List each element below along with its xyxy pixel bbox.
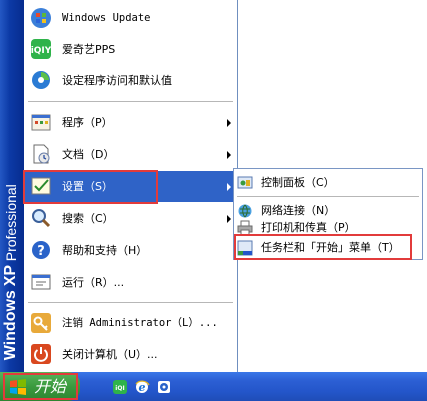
submenu-item-label: 打印机和传真（P） [261, 221, 356, 234]
start-button-label: 开始 [34, 377, 67, 396]
submenu-item-label: 任务栏和「开始」菜单（T） [261, 241, 400, 254]
brand-bar: Windows XP Professional [0, 0, 24, 372]
menu-item-logoff[interactable]: 注销 Administrator（L）... [24, 308, 237, 339]
menu-item-label: 爱奇艺PPS [62, 43, 116, 56]
brand-text: Windows XP Professional [2, 184, 20, 360]
programs-icon [31, 114, 51, 131]
run-icon [31, 274, 51, 290]
submenu-separator [237, 196, 419, 197]
submenu-arrow-icon [227, 151, 231, 159]
brand-xp: XP [2, 264, 19, 287]
printers-faxes-icon [237, 220, 253, 236]
menu-separator [28, 302, 233, 303]
submenu-item-printers[interactable]: 打印机和传真（P） [234, 217, 422, 239]
menu-item-help[interactable]: ? 帮助和支持（H） [24, 235, 237, 266]
iqiyi-icon[interactable]: iQI [112, 379, 128, 395]
menu-item-search[interactable]: 搜索（C） [24, 203, 237, 234]
menu-item-label: 设置（S） [62, 180, 113, 193]
taskbar: 开始 iQI e [0, 372, 427, 401]
menu-item-windows-update[interactable]: Windows Update [24, 3, 237, 34]
submenu-item-control-panel[interactable]: 控制面板（C） [234, 172, 422, 194]
windows-flag-icon [10, 379, 26, 395]
svg-text:iQIY: iQIY [31, 46, 52, 56]
menu-item-label: 注销 Administrator（L）... [62, 317, 218, 329]
menu-item-label: Windows Update [62, 12, 151, 24]
media-icon[interactable] [156, 379, 172, 395]
menu-item-run[interactable]: 运行（R）... [24, 267, 237, 298]
shutdown-icon [31, 344, 51, 364]
start-button[interactable]: 开始 [0, 372, 80, 401]
windows-update-icon [31, 8, 51, 28]
submenu-item-label: 控制面板（C） [261, 176, 335, 189]
svg-text:iQI: iQI [115, 385, 124, 392]
taskbar-start-menu-icon [237, 240, 253, 256]
submenu-arrow-icon [227, 183, 231, 191]
menu-item-label: 搜索（C） [62, 212, 114, 225]
brand-edition: Professional [3, 183, 19, 261]
search-icon [32, 209, 51, 228]
submenu-arrow-icon [227, 215, 231, 223]
menu-item-label: 设定程序访问和默认值 [62, 74, 172, 87]
submenu-arrow-icon [227, 119, 231, 127]
documents-icon [33, 144, 50, 164]
menu-item-shutdown[interactable]: 关闭计算机（U）... [24, 339, 237, 370]
menu-item-iqiyi[interactable]: iQIY 爱奇艺PPS [24, 34, 237, 65]
internet-explorer-icon[interactable]: e [134, 379, 150, 395]
control-panel-icon [237, 176, 253, 189]
svg-text:e: e [139, 381, 146, 394]
help-icon: ? [32, 241, 50, 259]
menu-item-programs[interactable]: 程序（P） [24, 107, 237, 138]
start-menu: Windows XP Professional Windows Update i… [0, 0, 238, 372]
menu-separator [28, 101, 233, 102]
menu-item-label: 运行（R）... [62, 276, 125, 289]
program-defaults-icon [32, 71, 50, 89]
menu-item-label: 关闭计算机（U）... [62, 348, 158, 361]
menu-item-label: 帮助和支持（H） [62, 244, 148, 257]
menu-item-program-defaults[interactable]: 设定程序访问和默认值 [24, 65, 237, 96]
settings-icon [31, 177, 51, 195]
svg-text:?: ? [37, 244, 45, 259]
brand-windows: Windows [2, 289, 19, 360]
menu-item-label: 程序（P） [62, 116, 113, 129]
menu-area: Windows Update iQIY 爱奇艺PPS 设定程序访问和默认值 程序… [24, 0, 237, 372]
iqiyi-icon: iQIY [31, 39, 52, 59]
menu-item-documents[interactable]: 文档（D） [24, 139, 237, 170]
submenu-item-taskbar-start-menu[interactable]: 任务栏和「开始」菜单（T） [234, 237, 422, 259]
menu-item-label: 文档（D） [62, 148, 115, 161]
menu-item-settings[interactable]: 设置（S） [24, 171, 237, 202]
logoff-icon [31, 313, 51, 333]
settings-submenu: 控制面板（C） 网络连接（N） 打印机和传真（P） 任务栏和「开始」菜单（T） [233, 168, 423, 260]
